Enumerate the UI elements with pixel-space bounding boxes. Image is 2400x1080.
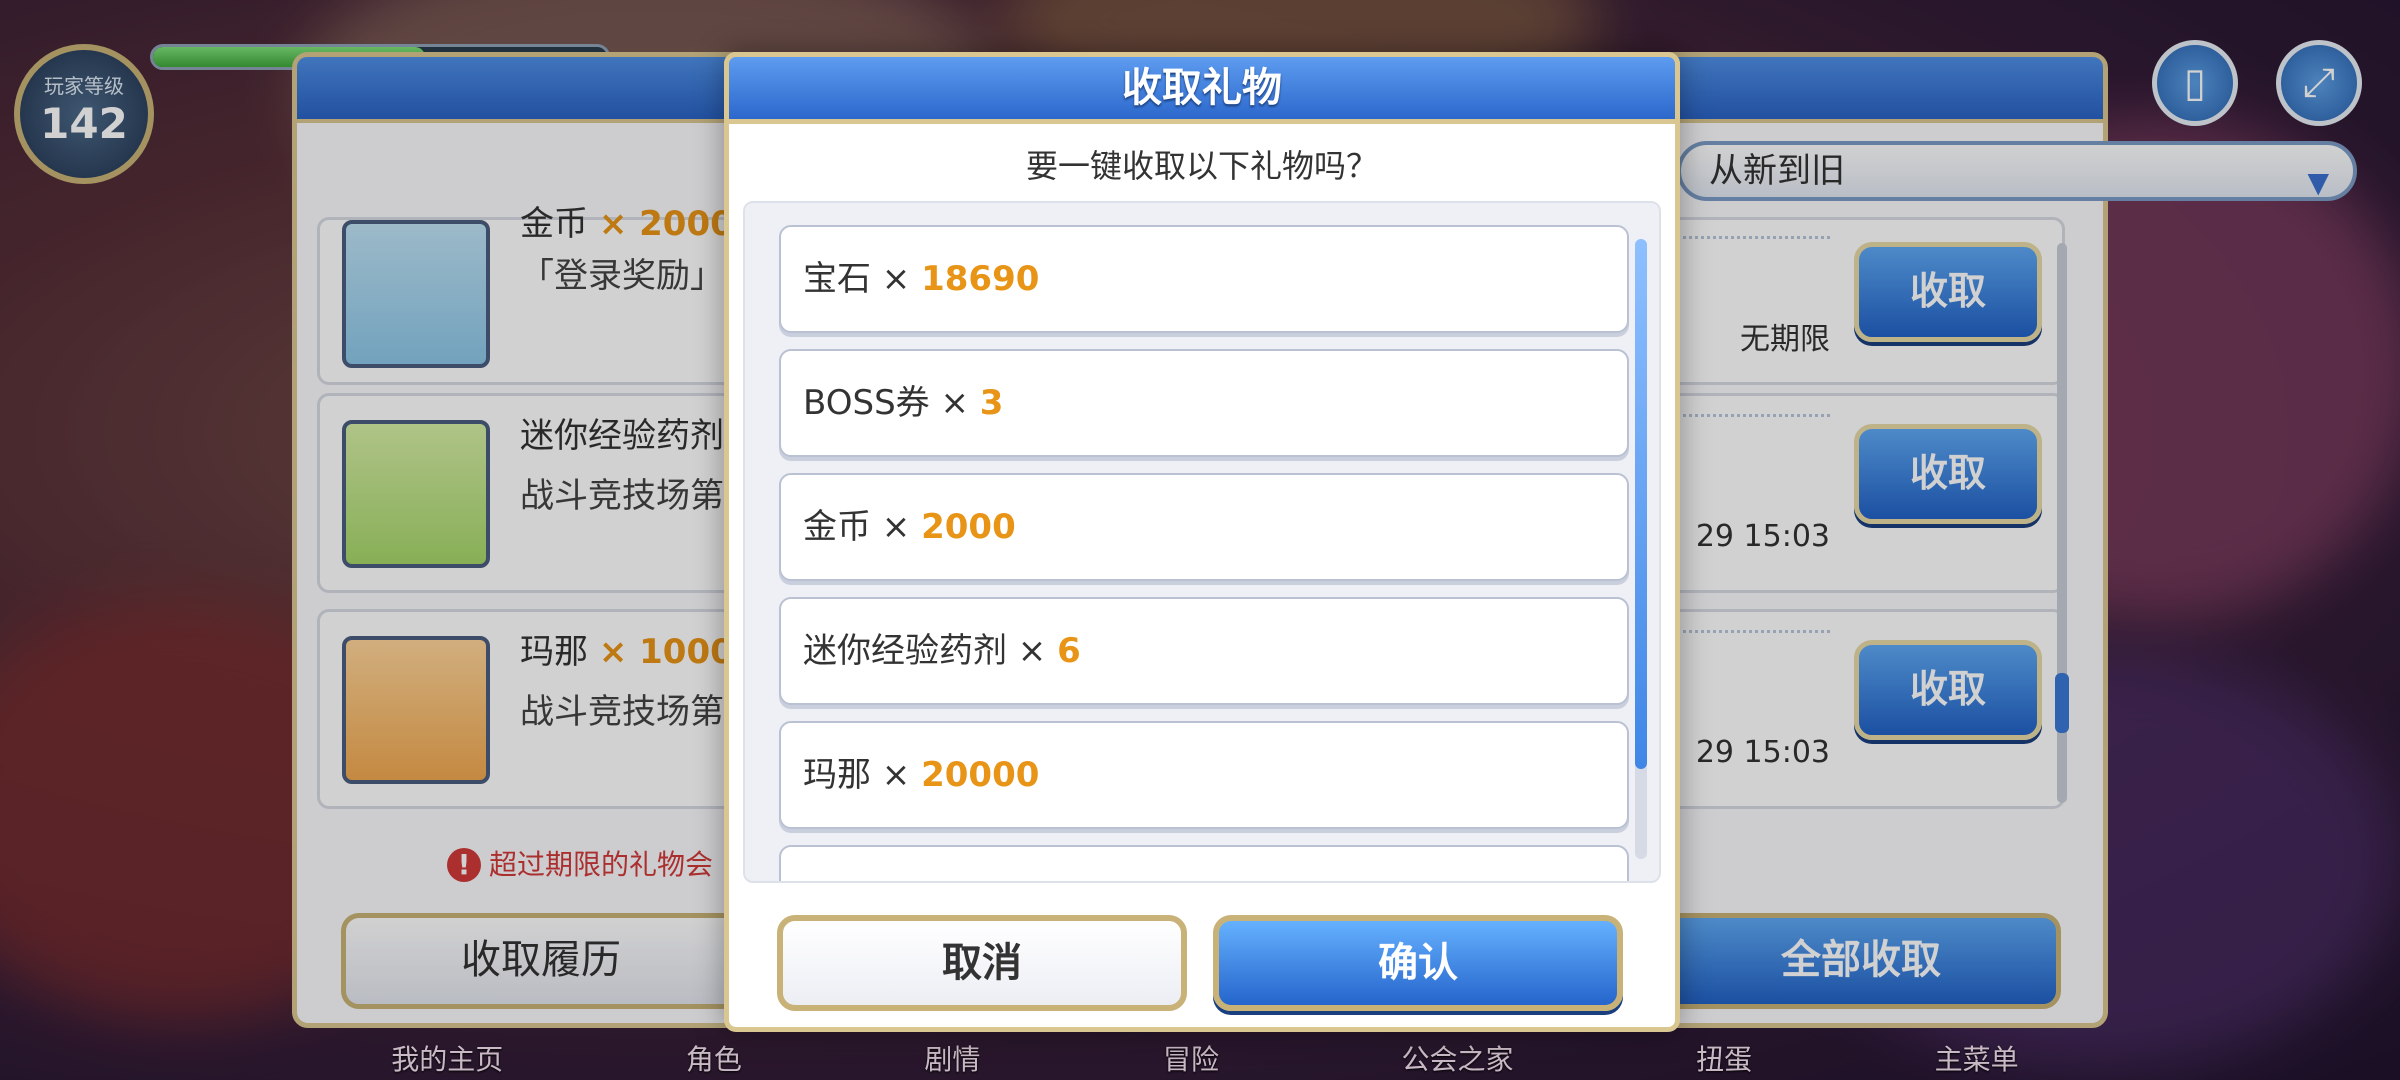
item-qty: 3: [979, 383, 1004, 423]
gift-summary-list[interactable]: 宝石 × 18690 BOSS券 × 3 金币 × 2000 迷你经验药剂 × …: [743, 201, 1661, 883]
collect-gifts-dialog: 收取礼物 要一键收取以下礼物吗？ 宝石 × 18690 BOSS券 × 3 金币…: [724, 52, 1680, 1032]
list-item: 玛那 × 20000: [779, 721, 1629, 829]
item-name: 玛那: [803, 755, 871, 795]
item-name: 宝石: [803, 259, 871, 299]
item-name: 金币: [803, 507, 871, 547]
dialog-prompt: 要一键收取以下礼物吗？: [1025, 147, 1378, 185]
item-separator: ×: [929, 383, 980, 423]
item-qty: 18690: [921, 259, 1040, 299]
item-qty: 2000: [921, 507, 1016, 547]
dialog-title: 收取礼物: [724, 52, 1680, 124]
list-item-partial: [779, 845, 1629, 881]
list-item: 宝石 × 18690: [779, 225, 1629, 333]
item-qty: 20000: [921, 755, 1040, 795]
list-item: 金币 × 2000: [779, 473, 1629, 581]
cancel-button[interactable]: 取消: [777, 915, 1187, 1011]
confirm-button[interactable]: 确认: [1213, 915, 1623, 1011]
item-separator: ×: [1007, 631, 1058, 671]
item-separator: ×: [871, 755, 922, 795]
item-name: 迷你经验药剂: [803, 631, 1007, 671]
item-qty: 6: [1057, 631, 1081, 671]
item-separator: ×: [871, 507, 922, 547]
item-separator: ×: [871, 259, 922, 299]
dialog-list-scrollbar[interactable]: [1635, 239, 1647, 859]
list-item: BOSS券 × 3: [779, 349, 1629, 457]
list-item: 迷你经验药剂 × 6: [779, 597, 1629, 705]
item-name: BOSS券: [803, 383, 930, 423]
